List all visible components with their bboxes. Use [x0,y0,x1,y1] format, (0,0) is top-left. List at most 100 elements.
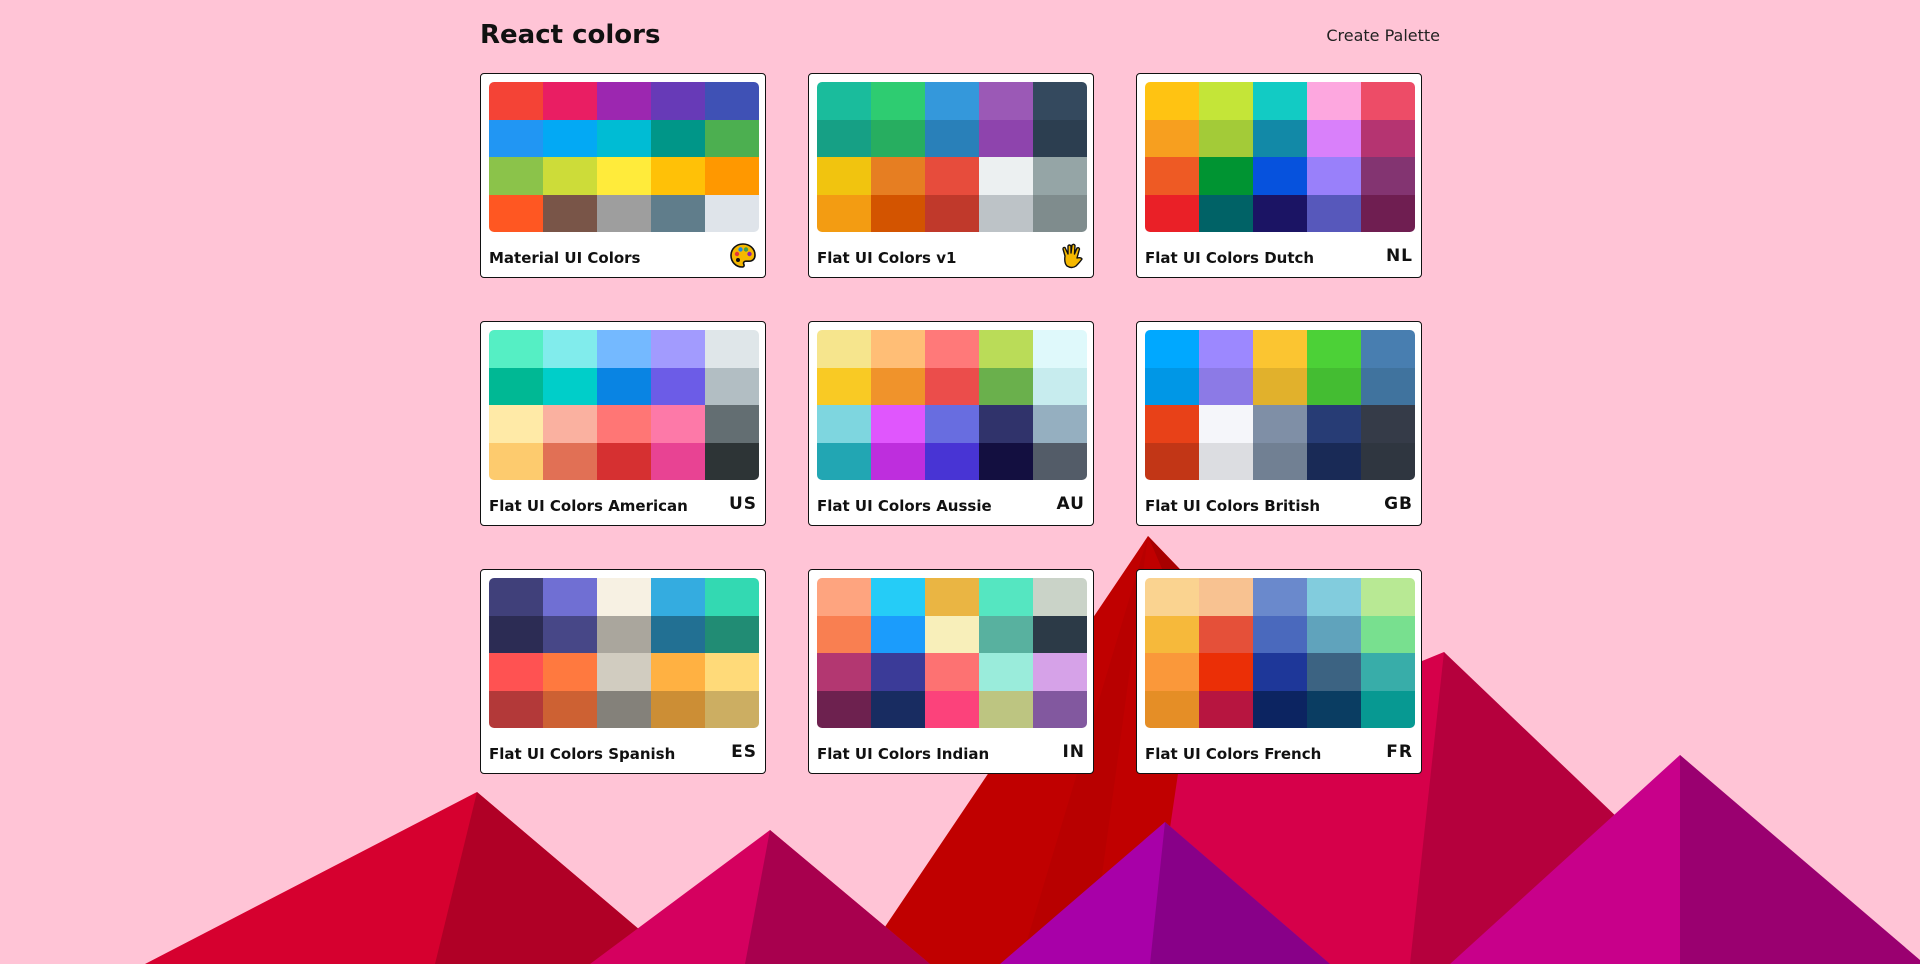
color-swatch [817,194,871,232]
color-swatch [817,157,871,195]
color-swatch [1307,119,1361,157]
country-code: US [728,494,757,514]
color-swatch [543,119,597,157]
color-swatch [1199,119,1253,157]
color-swatch [1361,119,1415,157]
color-swatch [925,119,979,157]
palette-card[interactable]: Flat UI Colors American US [480,321,766,526]
color-swatch [1199,330,1253,368]
color-swatch [1307,194,1361,232]
color-swatch [1253,367,1307,405]
color-swatch [1307,157,1361,195]
color-swatch [1253,690,1307,728]
palette-card[interactable]: Flat UI Colors v1 [808,73,1094,278]
color-swatch [1033,367,1087,405]
color-swatch [489,442,543,480]
color-swatch [979,615,1033,653]
color-swatch [1199,157,1253,195]
palette-name: Material UI Colors [489,249,641,267]
color-swatch [1199,82,1253,120]
color-swatch [1253,157,1307,195]
palette-swatches [1145,82,1415,232]
color-swatch [1145,690,1199,728]
color-swatch [597,330,651,368]
color-swatch [1033,82,1087,120]
palette-swatches [817,330,1087,480]
color-swatch [817,330,871,368]
header: React colors Create Palette [480,18,1440,58]
palette-name: Flat UI Colors Spanish [489,745,676,763]
color-swatch [925,82,979,120]
color-swatch [925,615,979,653]
color-swatch [979,690,1033,728]
color-swatch [543,157,597,195]
color-swatch [651,653,705,691]
palette-card[interactable]: Flat UI Colors French FR [1136,569,1422,774]
country-code: GB [1384,494,1413,514]
color-swatch [925,653,979,691]
palette-swatches [489,82,759,232]
hand-icon [1059,242,1085,270]
color-swatch [651,82,705,120]
color-swatch [597,442,651,480]
color-swatch [1361,367,1415,405]
color-swatch [979,330,1033,368]
color-swatch [705,405,759,443]
color-swatch [489,119,543,157]
color-swatch [1033,690,1087,728]
color-swatch [1145,578,1199,616]
country-code: NL [1385,246,1413,266]
palette-card[interactable]: Flat UI Colors Aussie AU [808,321,1094,526]
color-swatch [543,82,597,120]
color-swatch [1253,405,1307,443]
palette-swatches [817,82,1087,232]
create-palette-link[interactable]: Create Palette [1326,26,1440,45]
color-swatch [871,615,925,653]
color-swatch [979,442,1033,480]
color-swatch [543,615,597,653]
color-swatch [489,615,543,653]
palette-card[interactable]: Material UI Colors [480,73,766,278]
color-swatch [543,367,597,405]
palette-name: Flat UI Colors v1 [817,249,957,267]
country-code: IN [1062,742,1085,762]
palette-swatches [817,578,1087,728]
color-swatch [1033,615,1087,653]
country-code: AU [1056,494,1085,514]
color-swatch [871,653,925,691]
palette-card[interactable]: Flat UI Colors Indian IN [808,569,1094,774]
color-swatch [489,157,543,195]
color-swatch [1253,194,1307,232]
palette-name: Flat UI Colors Dutch [1145,249,1315,267]
color-swatch [817,367,871,405]
color-swatch [1307,615,1361,653]
color-swatch [1307,405,1361,443]
palette-swatches [1145,578,1415,728]
palette-card[interactable]: Flat UI Colors Spanish ES [480,569,766,774]
color-swatch [871,330,925,368]
color-swatch [489,194,543,232]
color-swatch [705,690,759,728]
color-swatch [871,157,925,195]
palette-card[interactable]: Flat UI Colors British GB [1136,321,1422,526]
color-swatch [1199,615,1253,653]
country-code: ES [731,742,757,762]
color-swatch [1253,442,1307,480]
color-swatch [1199,578,1253,616]
color-swatch [1033,405,1087,443]
color-swatch [817,405,871,443]
color-swatch [1199,367,1253,405]
color-swatch [1361,442,1415,480]
palette-card[interactable]: Flat UI Colors Dutch NL [1136,73,1422,278]
color-swatch [543,405,597,443]
color-swatch [489,405,543,443]
palette-swatches [489,578,759,728]
color-swatch [979,82,1033,120]
color-swatch [597,615,651,653]
color-swatch [1033,330,1087,368]
color-swatch [979,157,1033,195]
color-swatch [1361,615,1415,653]
color-swatch [1253,82,1307,120]
color-swatch [651,615,705,653]
color-swatch [979,405,1033,443]
